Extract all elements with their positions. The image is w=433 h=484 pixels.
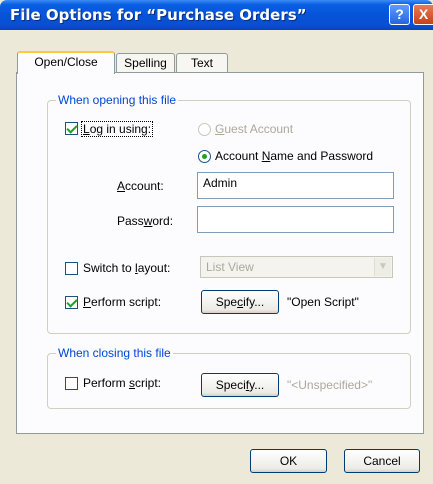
closing-group-title: When closing this file (56, 346, 173, 360)
close-perform-script-label: Perform script: (83, 376, 162, 390)
guest-account-radio[interactable] (198, 123, 211, 136)
help-icon[interactable]: ? (389, 4, 410, 25)
layout-dropdown-value: List View (206, 260, 254, 274)
open-perform-script-label: Perform script: (83, 295, 162, 309)
cancel-button[interactable]: Cancel (344, 449, 420, 473)
tab-label: Open/Close (34, 55, 98, 69)
password-label: Password: (117, 214, 174, 228)
opening-group-title: When opening this file (56, 93, 179, 107)
close-specify-button[interactable]: Specify... (201, 373, 279, 397)
close-perform-script-checkbox[interactable] (65, 377, 78, 390)
account-password-radio[interactable] (198, 150, 211, 163)
tab-label: Spelling (124, 56, 167, 70)
open-perform-script-checkbox[interactable] (65, 296, 78, 309)
guest-account-label: Guest Account (215, 122, 294, 136)
ok-button[interactable]: OK (250, 449, 327, 473)
title-bar[interactable]: File Options for “Purchase Orders” ? X (0, 0, 433, 30)
open-specify-button[interactable]: Specify... (201, 290, 279, 314)
tab-open-close[interactable]: Open/Close (17, 51, 115, 74)
login-checkbox[interactable] (65, 122, 78, 135)
file-options-dialog: File Options for “Purchase Orders” ? X O… (0, 0, 433, 484)
tab-label: Text (190, 56, 213, 70)
tab-panel-open-close: When opening this file Log in using: Gue… (16, 72, 424, 434)
switch-layout-label: Switch to layout: (83, 261, 171, 275)
password-field[interactable] (197, 206, 394, 233)
switch-layout-checkbox[interactable] (65, 262, 78, 275)
close-icon[interactable]: X (413, 4, 433, 25)
layout-dropdown[interactable]: List View ▼ (200, 256, 393, 278)
close-script-name: "<Unspecified>" (287, 378, 373, 392)
account-label: Account: (117, 179, 164, 193)
tab-spelling[interactable]: Spelling (116, 53, 175, 73)
account-password-label: Account Name and Password (215, 149, 374, 163)
login-label[interactable]: Log in using: (81, 121, 154, 137)
chevron-down-icon[interactable]: ▼ (374, 258, 391, 276)
account-field[interactable]: Admin (197, 172, 394, 199)
open-script-name: "Open Script" (287, 295, 359, 309)
tab-text[interactable]: Text (176, 53, 228, 73)
window-title: File Options for “Purchase Orders” (10, 6, 307, 24)
